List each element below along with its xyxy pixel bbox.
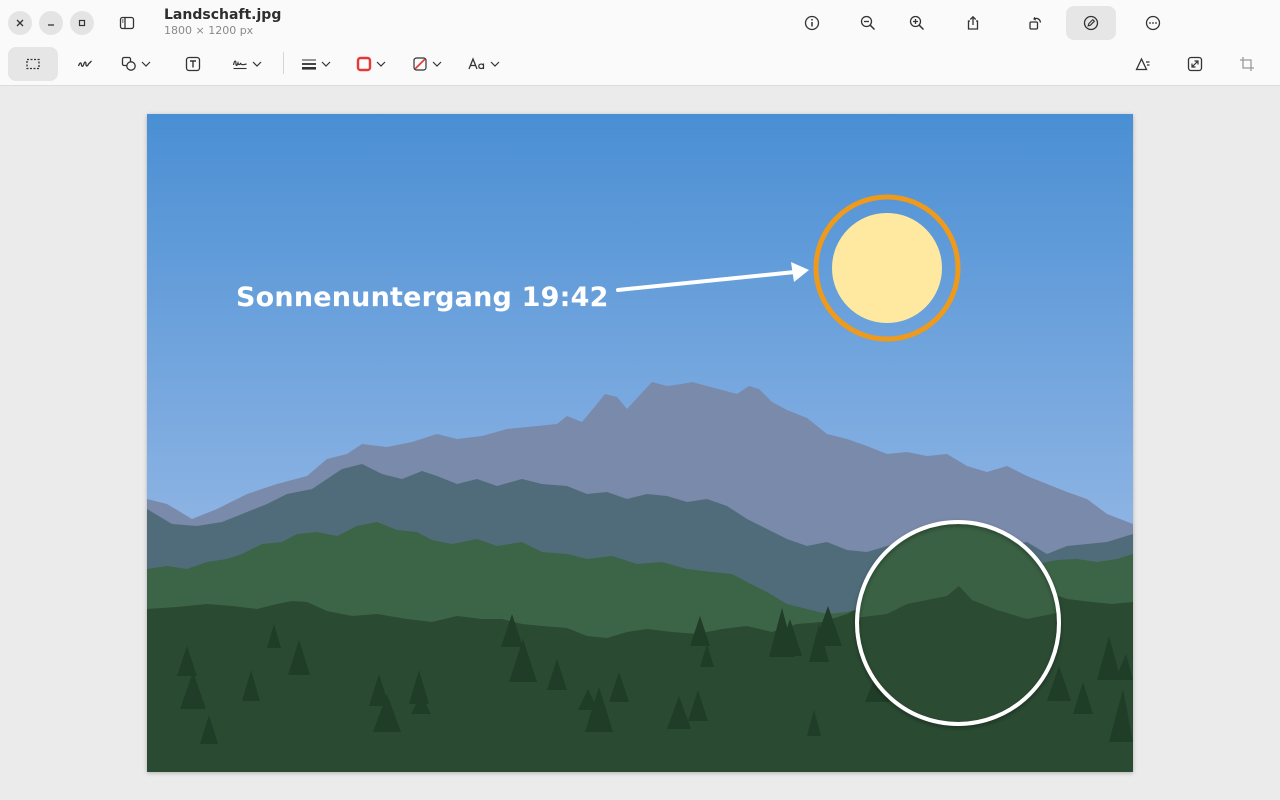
- more-button[interactable]: [1136, 6, 1170, 40]
- share-button[interactable]: [956, 6, 990, 40]
- chevron-down-icon: [321, 61, 331, 67]
- chevron-down-icon: [432, 61, 442, 67]
- resize-icon: [1187, 56, 1203, 72]
- preview-window: Landschaft.jpg 1800 × 1200 px Sonnenunte…: [0, 0, 1280, 800]
- signature-tool[interactable]: [224, 47, 270, 81]
- line-weight-icon: [302, 59, 316, 70]
- sidebar-toggle-button[interactable]: [114, 10, 140, 36]
- text-tool[interactable]: [176, 47, 210, 81]
- rotate-icon: [1029, 16, 1042, 30]
- border-color-icon: [356, 56, 372, 72]
- crop-icon: [1240, 57, 1254, 71]
- close-icon: [16, 19, 24, 27]
- title-block: Landschaft.jpg 1800 × 1200 px: [164, 6, 281, 38]
- info-icon: [804, 15, 820, 31]
- shapes-icon: [121, 56, 136, 71]
- file-dimensions: 1800 × 1200 px: [164, 24, 254, 37]
- annotation-text[interactable]: Sonnenuntergang 19:42: [236, 282, 609, 313]
- file-title: Landschaft.jpg: [164, 7, 282, 23]
- signature-icon: [232, 60, 247, 70]
- fill-color-tool[interactable]: [406, 47, 448, 81]
- title-bar: Landschaft.jpg 1800 × 1200 px: [0, 0, 1280, 44]
- image-canvas[interactable]: Sonnenuntergang 19:42: [147, 114, 1133, 772]
- markup-button[interactable]: [1066, 6, 1116, 40]
- minimize-button[interactable]: [39, 11, 63, 35]
- sun-highlight-circle[interactable]: [813, 194, 961, 342]
- close-button[interactable]: [8, 11, 32, 35]
- crop-tool[interactable]: [1230, 47, 1264, 81]
- markup-toolbar: [0, 44, 1280, 86]
- zoom-in-button[interactable]: [900, 6, 934, 40]
- font-icon: [468, 57, 485, 70]
- border-color-tool[interactable]: [350, 47, 392, 81]
- resize-tool[interactable]: [1178, 47, 1212, 81]
- chevron-down-icon: [252, 61, 262, 67]
- chevron-down-icon: [141, 61, 151, 67]
- annotation-layer: [616, 194, 1061, 726]
- more-icon: [1145, 15, 1161, 31]
- line-weight-tool[interactable]: [295, 47, 337, 81]
- maximize-button[interactable]: [70, 11, 94, 35]
- info-button[interactable]: [795, 6, 829, 40]
- chevron-down-icon: [376, 61, 386, 67]
- annotation-arrowhead: [791, 262, 809, 282]
- adjust-color-tool[interactable]: [1126, 47, 1160, 81]
- fill-color-icon: [413, 57, 427, 71]
- rotate-button[interactable]: [1018, 6, 1052, 40]
- markup-icon: [1083, 15, 1099, 31]
- zoom-out-button[interactable]: [851, 6, 885, 40]
- sidebar-icon: [119, 16, 135, 30]
- zoom-in-icon: [909, 15, 925, 31]
- text-icon: [185, 56, 201, 72]
- rectangle-select-icon: [26, 58, 40, 70]
- annotation-arrow[interactable]: [616, 270, 797, 292]
- adjust-color-icon: [1135, 57, 1150, 71]
- shapes-tool[interactable]: [112, 47, 160, 81]
- maximize-icon: [78, 19, 86, 27]
- toolbar-separator: [283, 52, 284, 74]
- magnifier-circle[interactable]: [855, 520, 1061, 726]
- sketch-icon: [77, 60, 92, 67]
- share-icon: [967, 15, 979, 30]
- sketch-tool[interactable]: [68, 47, 102, 81]
- font-tool[interactable]: [462, 47, 506, 81]
- zoom-out-icon: [860, 15, 876, 31]
- minimize-icon: [48, 24, 54, 26]
- chevron-down-icon: [490, 61, 500, 67]
- rectangle-select-tool[interactable]: [8, 47, 58, 81]
